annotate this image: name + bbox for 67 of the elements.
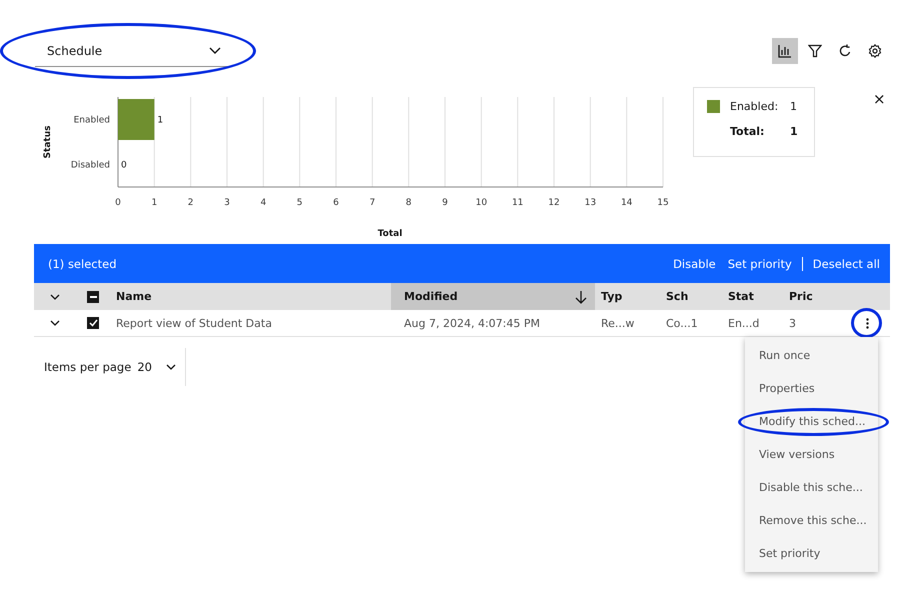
menu-item[interactable]: Disable this sche...: [745, 471, 878, 504]
axis-tick-label: 9: [442, 198, 448, 208]
chart-button[interactable]: [772, 38, 798, 64]
batch-action-button[interactable]: Set priority: [728, 256, 792, 270]
table-cell: En...d: [728, 316, 760, 330]
axis-tick-label: 13: [584, 198, 596, 208]
axis-tick-label: 10: [476, 198, 488, 208]
chevron-down-icon[interactable]: [50, 294, 60, 300]
batch-action-button[interactable]: Deselect all: [812, 256, 880, 270]
category-label: Enabled: [74, 116, 110, 126]
menu-item[interactable]: Properties: [745, 372, 878, 405]
chevron-down-icon: [209, 46, 221, 54]
items-per-page-label: Items per page: [44, 360, 132, 374]
bar-chart-icon: [778, 44, 792, 58]
bar: [118, 99, 154, 140]
column-header[interactable]: Stat: [722, 283, 783, 310]
selected-count: (1) selected: [48, 256, 116, 270]
select-all-checkbox[interactable]: [87, 290, 99, 302]
legend-total-label: Total:: [730, 125, 766, 138]
axis-tick-label: 8: [406, 198, 412, 208]
column-header[interactable]: Name: [110, 283, 391, 310]
items-per-page-select[interactable]: 20: [137, 348, 186, 386]
data-label: 0: [121, 160, 127, 170]
menu-item[interactable]: Remove this sche...: [745, 504, 878, 537]
axis-tick-label: 3: [224, 198, 230, 208]
menu-item[interactable]: Modify this sched...: [745, 405, 878, 438]
legend-label: Enabled:: [730, 100, 780, 113]
menu-item[interactable]: Set priority: [745, 537, 878, 570]
column-header[interactable]: Modified: [391, 283, 595, 310]
close-button[interactable]: ×: [873, 91, 886, 107]
batch-action-button[interactable]: Disable: [673, 256, 716, 270]
category-label: Disabled: [70, 160, 110, 170]
column-header[interactable]: Sch: [660, 283, 722, 310]
table-cell: Co...1: [666, 316, 698, 330]
chevron-down-icon[interactable]: [50, 320, 60, 326]
filter-icon: [808, 44, 822, 58]
menu-item[interactable]: View versions: [745, 438, 878, 471]
schedule-dropdown[interactable]: Schedule: [35, 35, 231, 67]
refresh-icon: [838, 44, 852, 58]
column-header[interactable]: Typ: [595, 283, 660, 310]
axis-tick-label: 7: [369, 198, 376, 208]
axis-tick-label: 6: [333, 198, 339, 208]
row-checkbox[interactable]: [87, 317, 99, 329]
axis-tick-label: 2: [188, 198, 194, 208]
legend-total-value: 1: [790, 125, 798, 138]
axis-tick-label: 15: [657, 198, 669, 208]
table-cell: Re...w: [601, 316, 634, 330]
sort-arrow-icon: [575, 290, 587, 304]
axis-tick-label: 4: [260, 198, 266, 208]
table-cell: Aug 7, 2024, 4:07:45 PM: [404, 316, 540, 330]
data-label: 1: [157, 116, 164, 126]
axis-tick-label: 12: [548, 198, 560, 208]
legend-value: 1: [790, 100, 797, 113]
column-header[interactable]: Pric: [783, 283, 845, 310]
axis-tick-label: 11: [512, 198, 524, 208]
settings-icon: [868, 44, 882, 58]
x-axis-title: Total: [378, 229, 402, 237]
menu-item[interactable]: Run once: [745, 339, 878, 372]
table-cell: 3: [789, 316, 796, 330]
table-cell: Report view of Student Data: [116, 316, 272, 330]
axis-tick-label: 14: [620, 198, 632, 208]
overflow-menu-icon: [866, 318, 869, 328]
y-axis-title: Status: [43, 126, 53, 158]
axis-tick-label: 0: [115, 198, 121, 208]
axis-tick-label: 1: [151, 198, 158, 208]
axis-tick-label: 5: [296, 198, 303, 208]
chevron-down-icon: [166, 364, 176, 370]
